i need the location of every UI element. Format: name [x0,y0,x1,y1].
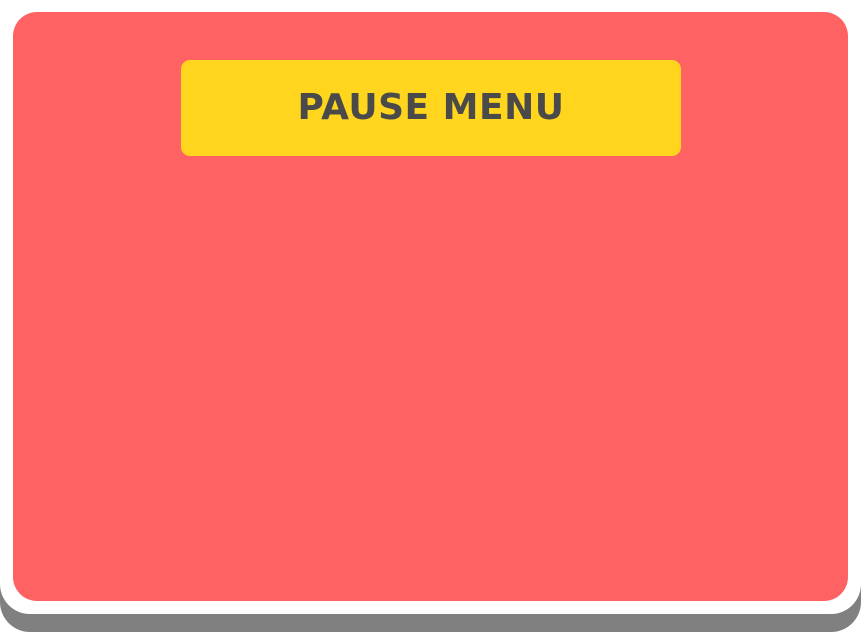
pause-menu-screen: PAUSE MENU [0,0,861,634]
pause-menu-title: PAUSE MENU [297,87,565,128]
title-banner: PAUSE MENU [181,60,681,156]
